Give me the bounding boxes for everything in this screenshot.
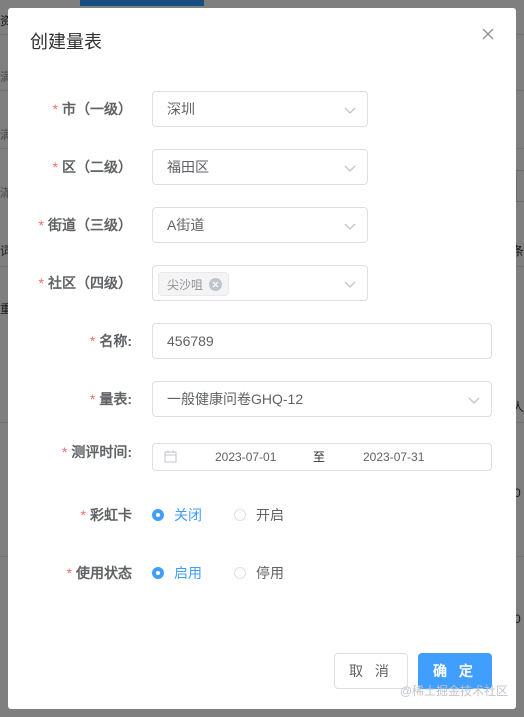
create-scale-dialog: 创建量表 * 市（一级） 深圳 * 区（二级） 福田区 * 街道（三级） A街道 * 社… <box>8 8 516 709</box>
cancel-button[interactable]: 取 消 <box>334 653 408 689</box>
radio-label: 开启 <box>256 507 284 523</box>
radio-label: 关闭 <box>174 507 202 523</box>
close-icon[interactable] <box>480 26 496 42</box>
street-select[interactable]: A街道 <box>152 207 368 243</box>
radio-unchecked-icon <box>234 567 246 579</box>
rainbow-card-label: * 彩虹卡 <box>80 507 132 523</box>
community-multiselect[interactable]: 尖沙咀 <box>152 265 368 301</box>
usage-status-enable-radio[interactable]: 启用 <box>152 555 202 591</box>
date-start-input[interactable]: 2023-07-01 <box>215 444 276 470</box>
name-input-value: 456789 <box>167 333 214 349</box>
eval-time-label: * 测评时间: <box>61 444 132 460</box>
usage-status-disable-radio[interactable]: 停用 <box>234 555 284 591</box>
chevron-down-icon <box>344 223 356 230</box>
tag-close-icon[interactable] <box>209 277 223 291</box>
radio-unchecked-icon <box>234 509 246 521</box>
community-tag-label: 尖沙咀 <box>167 277 204 292</box>
community-tag: 尖沙咀 <box>158 272 230 296</box>
date-end-input[interactable]: 2023-07-31 <box>363 444 424 470</box>
name-row: * 名称: 456789 <box>8 323 516 359</box>
city-select[interactable]: 深圳 <box>152 91 368 127</box>
usage-status-row: * 使用状态 启用 停用 <box>8 555 516 591</box>
district-label: * 区（二级） <box>52 159 132 175</box>
radio-checked-icon <box>152 509 164 521</box>
scale-select[interactable]: 一般健康问卷GHQ-12 <box>152 381 492 417</box>
community-label: * 社区（四级） <box>38 275 132 291</box>
rainbow-card-row: * 彩虹卡 关闭 开启 <box>8 497 516 533</box>
radio-checked-icon <box>152 567 164 579</box>
street-label: * 街道（三级） <box>38 217 132 233</box>
name-input[interactable]: 456789 <box>152 323 492 359</box>
chevron-down-icon <box>468 397 480 404</box>
date-range-picker[interactable]: 2023-07-01 至 2023-07-31 <box>152 443 492 471</box>
calendar-icon <box>164 450 177 463</box>
city-label: * 市（一级） <box>52 101 132 117</box>
district-select[interactable]: 福田区 <box>152 149 368 185</box>
rainbow-card-on-radio[interactable]: 开启 <box>234 497 284 533</box>
eval-time-row: * 测评时间: 2023-07-01 至 2023-07-31 <box>8 439 516 475</box>
radio-label: 停用 <box>256 565 284 581</box>
street-row: * 街道（三级） A街道 <box>8 207 516 243</box>
radio-label: 启用 <box>174 565 202 581</box>
district-row: * 区（二级） 福田区 <box>8 149 516 185</box>
city-row: * 市（一级） 深圳 <box>8 91 516 127</box>
dialog-title: 创建量表 <box>30 32 102 52</box>
community-row: * 社区（四级） 尖沙咀 <box>8 265 516 301</box>
scale-select-value: 一般健康问卷GHQ-12 <box>167 391 304 407</box>
rainbow-card-off-radio[interactable]: 关闭 <box>152 497 202 533</box>
chevron-down-icon <box>344 165 356 172</box>
name-label: * 名称: <box>89 333 132 349</box>
scale-row: * 量表: 一般健康问卷GHQ-12 <box>8 381 516 417</box>
district-select-value: 福田区 <box>167 159 209 175</box>
chevron-down-icon <box>344 107 356 114</box>
scale-label: * 量表: <box>89 391 132 407</box>
usage-status-label: * 使用状态 <box>66 565 132 581</box>
date-separator: 至 <box>313 450 326 464</box>
chevron-down-icon <box>344 281 356 288</box>
city-select-value: 深圳 <box>167 101 195 117</box>
watermark: @稀土掘金技术社区 <box>399 684 508 698</box>
street-select-value: A街道 <box>167 217 205 233</box>
